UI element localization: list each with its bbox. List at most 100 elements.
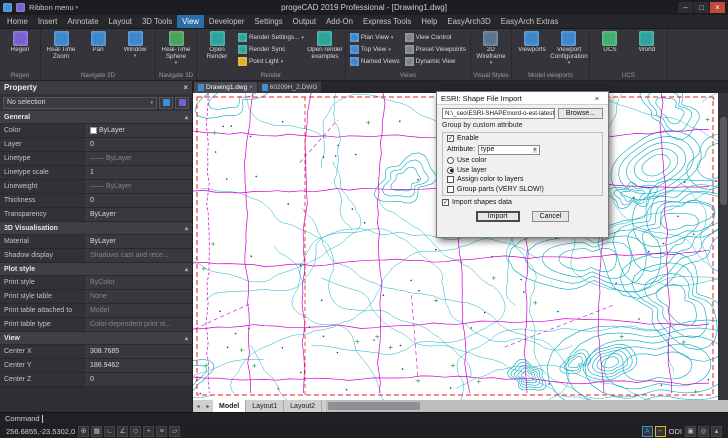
dialog-title-bar[interactable]: ESRI: Shape File Import × — [437, 92, 608, 105]
ribbon-button-world[interactable]: World — [629, 30, 665, 54]
browse-button[interactable]: Browse... — [558, 108, 603, 119]
close-button[interactable]: × — [710, 2, 725, 13]
ribbon-button-named-views[interactable]: Named Views — [348, 56, 402, 67]
ribbon-button-real-time-zoom[interactable]: Real-Time Zoom — [43, 30, 79, 61]
select-objects-button[interactable] — [175, 97, 189, 109]
esnap-icon[interactable]: ◇ — [130, 426, 141, 437]
property-value-print-table-type[interactable]: Color-dependent print st... — [86, 318, 192, 331]
layout-tab-layout2[interactable]: Layout2 — [284, 400, 322, 412]
import-button[interactable]: Import — [476, 211, 520, 222]
isolate-objects-icon[interactable]: ◎ — [698, 426, 709, 437]
property-value-layer[interactable]: 0 — [86, 138, 192, 151]
next-tab-icon[interactable]: ▸ — [203, 403, 213, 410]
ribbon-button-render-sync[interactable]: Render Sync — [236, 44, 306, 55]
annotation-scale-icon[interactable]: A — [642, 426, 653, 437]
ribbon-button-plan-view[interactable]: Plan View▾ — [348, 32, 402, 43]
ribbon-tab-view[interactable]: View — [177, 15, 204, 28]
property-value-print-style[interactable]: ByColor — [86, 276, 192, 289]
cancel-button[interactable]: Cancel — [532, 211, 570, 222]
property-value-shadow-display[interactable]: Shadows cast and rece... — [86, 249, 192, 262]
shapefile-path-input[interactable]: N:\_seo\ESRI-SHAPE\nord-o-est-latest.shp… — [442, 108, 555, 119]
property-value-thickness[interactable]: 0 — [86, 194, 192, 207]
property-value-center-x[interactable]: 308.7685 — [86, 345, 192, 358]
ribbon-tab-easyarch3d[interactable]: EasyArch3D — [442, 15, 495, 28]
property-value-lineweight[interactable]: —— ByLayer — [86, 180, 192, 193]
import-shapes-option[interactable]: ✓ Import shapes data — [442, 199, 603, 206]
ribbon-tab-insert[interactable]: Insert — [33, 15, 63, 28]
document-tab-60209h-2-dwg[interactable]: 60209H_2.DWG — [258, 82, 322, 93]
option-assign-color-to-layers[interactable]: Assign color to layers — [447, 176, 598, 183]
ribbon-button-render-settings[interactable]: Render Settings...▾ — [236, 32, 306, 43]
radio-icon[interactable] — [447, 167, 454, 174]
ribbon-menu-button[interactable]: Ribbon menu ▾ — [29, 3, 78, 12]
command-line[interactable]: Command — [0, 412, 728, 424]
ribbon-tab-developer[interactable]: Developer — [204, 15, 250, 28]
horizontal-scrollbar-thumb[interactable] — [328, 402, 420, 410]
property-value-linetype[interactable]: —— ByLayer — [86, 152, 192, 165]
ribbon-button-pan[interactable]: Pan — [80, 30, 116, 54]
property-section-view[interactable]: View▴ — [0, 332, 192, 345]
property-section-general[interactable]: General▴ — [0, 111, 192, 124]
ribbon-tab-help[interactable]: Help — [416, 15, 442, 28]
ribbon-button-preset-viewpoints[interactable]: Preset Viewpoints — [403, 44, 468, 55]
vertical-scrollbar[interactable] — [718, 93, 728, 400]
quick-select-button[interactable] — [159, 97, 173, 109]
ortho-icon[interactable]: ∟ — [104, 426, 115, 437]
ribbon-tab-add-on[interactable]: Add-On — [321, 15, 358, 28]
close-panel-icon[interactable]: × — [183, 83, 188, 92]
import-shapes-checkbox[interactable]: ✓ — [442, 199, 449, 206]
maximize-button[interactable]: □ — [694, 2, 709, 13]
ribbon-tab-3d-tools[interactable]: 3D Tools — [137, 15, 177, 28]
document-tab-drawing1-dwg[interactable]: Drawing1.dwg× — [194, 82, 257, 93]
etrack-icon[interactable]: + — [143, 426, 154, 437]
ribbon-button-real-time-sphere[interactable]: Real-Time Sphere▾ — [158, 30, 194, 66]
ribbon-button-window[interactable]: Window▾ — [117, 30, 153, 59]
property-value-print-table-attached-to[interactable]: Model — [86, 304, 192, 317]
ribbon-tab-annotate[interactable]: Annotate — [62, 15, 103, 28]
prev-tab-icon[interactable]: ◂ — [193, 403, 203, 410]
enable-checkbox[interactable]: ✓ — [447, 135, 454, 142]
property-value-center-z[interactable]: 0 — [86, 373, 192, 386]
property-section-3d-visualisation[interactable]: 3D Visualisation▴ — [0, 222, 192, 235]
checkbox-icon[interactable] — [447, 176, 454, 183]
enable-option[interactable]: ✓ Enable — [447, 135, 598, 142]
attribute-dropdown[interactable]: type ▾ — [478, 145, 540, 155]
ribbon-button-ucs[interactable]: UCS — [592, 30, 628, 54]
ribbon-button-regen[interactable]: Regen — [2, 30, 38, 54]
layout-tab-model[interactable]: Model — [213, 400, 246, 412]
ribbon-button-viewports[interactable]: Viewports — [514, 30, 550, 54]
ribbon-button-point-light[interactable]: Point Light▾ — [236, 56, 306, 67]
ribbon-button-dynamic-view[interactable]: Dynamic View — [403, 56, 468, 67]
app-icon[interactable] — [3, 3, 12, 12]
lineweight-icon[interactable]: ≡ — [156, 426, 167, 437]
minimize-button[interactable]: – — [678, 2, 693, 13]
ribbon-button-2d-wireframe[interactable]: 2D Wireframe▾ — [473, 30, 509, 66]
ribbon-button-open-render-examples[interactable]: Open render examples — [307, 30, 343, 61]
property-value-color[interactable]: ByLayer — [86, 124, 192, 137]
ribbon-tab-easyarch-extras[interactable]: EasyArch Extras — [496, 15, 564, 28]
graphics-performance-icon[interactable]: ▣ — [685, 426, 696, 437]
dialog-close-icon[interactable]: × — [590, 93, 604, 104]
property-value-material[interactable]: ByLayer — [86, 235, 192, 248]
property-section-plot-style[interactable]: Plot style▴ — [0, 263, 192, 276]
ribbon-button-open-render[interactable]: Open Render — [199, 30, 235, 61]
selection-dropdown[interactable]: No selection ▾ — [3, 97, 157, 109]
option-group-parts-very-slow[interactable]: Group parts (VERY SLOW!) — [447, 186, 598, 193]
ribbon-tab-output[interactable]: Output — [288, 15, 321, 28]
ribbon-tab-layout[interactable]: Layout — [104, 15, 137, 28]
ribbon-tab-express-tools[interactable]: Express Tools — [358, 15, 416, 28]
ribbon-button-view-control[interactable]: View Control — [403, 32, 468, 43]
quick-input-icon[interactable]: ▱ — [169, 426, 180, 437]
checkbox-icon[interactable] — [447, 186, 454, 193]
radio-icon[interactable] — [447, 157, 454, 164]
property-value-linetype-scale[interactable]: 1 — [86, 166, 192, 179]
snap-icon[interactable]: ⊕ — [78, 426, 89, 437]
option-use-layer[interactable]: Use layer — [447, 167, 598, 174]
polar-icon[interactable]: ∠ — [117, 426, 128, 437]
ribbon-button-top-view[interactable]: Top View▾ — [348, 44, 402, 55]
layout-tab-layout1[interactable]: Layout1 — [246, 400, 284, 412]
menu-grid-icon[interactable] — [16, 3, 25, 12]
close-tab-icon[interactable]: × — [249, 85, 253, 91]
option-use-color[interactable]: Use color — [447, 157, 598, 164]
vertical-scrollbar-thumb[interactable] — [720, 117, 727, 205]
